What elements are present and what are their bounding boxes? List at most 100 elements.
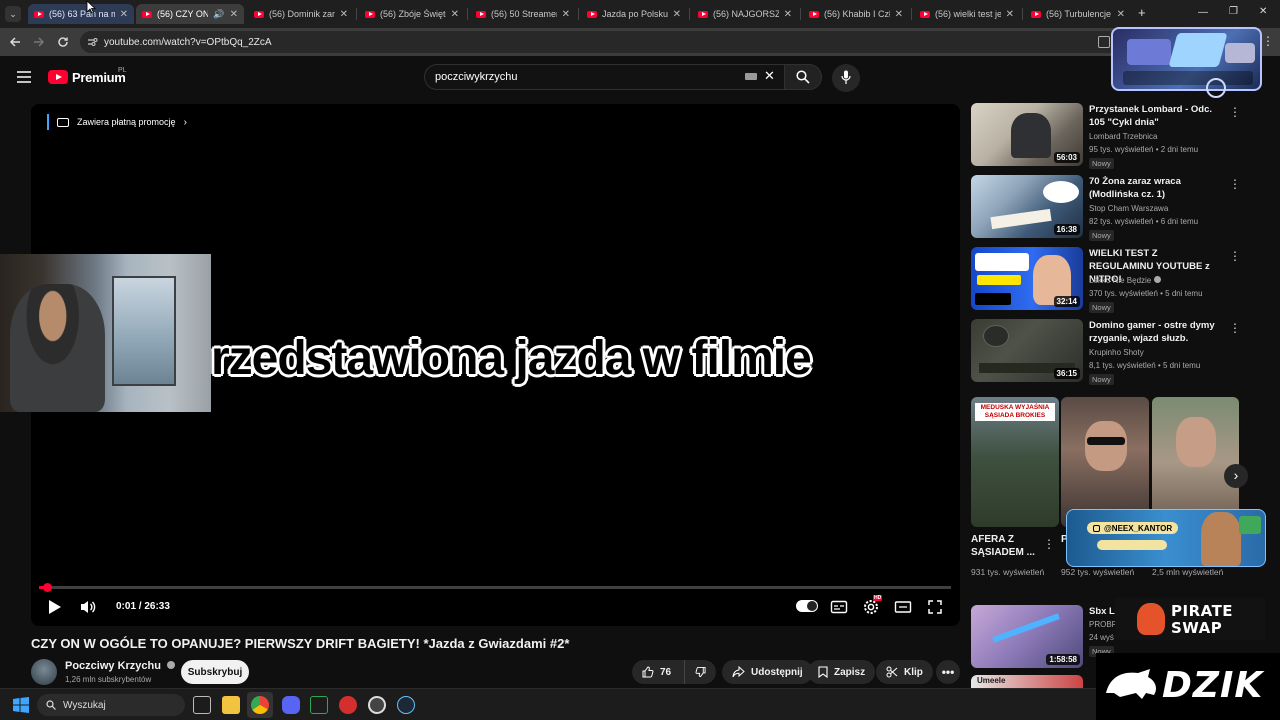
youtube-logo[interactable]: Premium [48, 69, 126, 85]
save-button[interactable]: Zapisz [808, 660, 876, 684]
clip-button[interactable]: Klip [876, 660, 933, 684]
paid-promotion-notice[interactable]: Zawiera płatną promocję › [47, 114, 187, 130]
stream-overlay-banner [1111, 27, 1262, 91]
browser-tab[interactable]: Jazda po Polsku - ✕ [581, 4, 687, 24]
browser-tab[interactable]: (56) NAJGORSZY ✕ [692, 4, 798, 24]
close-tab-icon[interactable]: ✕ [1006, 9, 1014, 20]
fullscreen-icon[interactable] [926, 598, 944, 616]
close-tab-icon[interactable]: ✕ [451, 9, 459, 20]
back-icon[interactable] [9, 36, 21, 48]
short-views: 931 tys. wyświetleń [971, 567, 1045, 577]
hamburger-menu-icon[interactable] [17, 71, 31, 83]
shorts-next-button[interactable]: › [1224, 464, 1248, 488]
more-vertical-icon[interactable]: ⋮ [1229, 105, 1241, 119]
chrome-icon[interactable] [251, 696, 269, 714]
task-view-icon[interactable] [193, 696, 211, 714]
youtube-favicon-icon [142, 10, 152, 18]
close-tab-icon[interactable]: ✕ [562, 9, 570, 20]
close-tab-icon[interactable]: ✕ [230, 9, 238, 20]
browser-tab[interactable]: (56) Dominik zam ✕ [248, 4, 354, 24]
translate-icon[interactable] [1098, 36, 1110, 48]
video-thumbnail[interactable]: 36:15 [971, 319, 1083, 382]
short-thumbnail[interactable] [1061, 397, 1149, 527]
browser-tab[interactable]: (56) 63 Pan na m ✕ [28, 4, 134, 24]
browser-menu-icon[interactable]: ⋮ [1262, 34, 1274, 48]
close-tab-icon[interactable]: ✕ [895, 9, 903, 20]
video-thumbnail[interactable]: 32:14 [971, 247, 1083, 310]
site-info-icon[interactable] [87, 37, 98, 47]
youtube-favicon-icon [809, 10, 819, 18]
play-icon[interactable] [45, 598, 63, 616]
audio-playing-icon[interactable]: 🔊 [213, 9, 224, 20]
video-thumbnail[interactable]: 1:58:58 [971, 605, 1083, 668]
windows-start-icon[interactable] [13, 697, 29, 713]
close-window-button[interactable]: ✕ [1259, 6, 1267, 17]
browser-tab[interactable]: (56) wielki test je ✕ [914, 4, 1020, 24]
short-title[interactable]: AFERA Z SĄSIADEM ... [971, 533, 1051, 559]
subscribe-button[interactable]: Subskrybuj [181, 660, 249, 684]
browser-tab[interactable]: (56) Khabib I Czło ✕ [803, 4, 909, 24]
minimize-button[interactable]: — [1198, 7, 1208, 18]
share-button[interactable]: Udostępnij [722, 660, 813, 684]
progress-bar[interactable] [39, 583, 951, 592]
short-thumbnail[interactable] [1152, 397, 1239, 527]
voice-search-button[interactable] [832, 64, 860, 92]
like-button[interactable]: 76 [632, 660, 684, 684]
taskbar-search[interactable]: Wyszukaj [37, 694, 185, 716]
more-vertical-icon[interactable]: ⋮ [1229, 177, 1241, 191]
close-tab-icon[interactable]: ✕ [673, 9, 681, 20]
more-vertical-icon[interactable]: ⋮ [1043, 537, 1055, 551]
video-thumbnail[interactable]: Umeele [971, 675, 1083, 688]
channel-avatar[interactable] [31, 659, 57, 685]
recommended-video[interactable]: 56:03 Przystanek Lombard - Odc. 105 "Cyk… [971, 103, 1241, 169]
short-thumbnail[interactable]: MEDUSKA WYJAŚNIA SĄSIADA BROKIES [971, 397, 1059, 527]
tab-separator [1022, 8, 1023, 20]
more-actions-button[interactable]: ••• [936, 660, 960, 684]
short-thumb-caption: MEDUSKA WYJAŚNIA SĄSIADA BROKIES [975, 403, 1055, 421]
browser-tab[interactable]: (56) 50 Streamerów ✕ [470, 4, 576, 24]
obs-icon[interactable] [368, 696, 386, 714]
channel-name: Lombard Trzebnica [1089, 132, 1158, 141]
more-vertical-icon[interactable]: ⋮ [1229, 249, 1241, 263]
recommended-video[interactable]: 36:15 Domino gamer - ostre dymy rzyganie… [971, 319, 1241, 385]
forward-icon[interactable] [33, 36, 45, 48]
new-tab-button[interactable]: + [1138, 5, 1146, 20]
subtitles-icon[interactable] [830, 598, 848, 616]
xbox-icon[interactable] [310, 696, 328, 714]
search-button[interactable] [784, 64, 822, 90]
tab-search-button[interactable]: ⌄ [5, 6, 21, 22]
channel-name[interactable]: Poczciwy Krzychu [65, 660, 176, 672]
browser-tab[interactable]: (56) Turbulencje ✕ [1025, 4, 1131, 24]
file-explorer-icon[interactable] [222, 696, 240, 714]
address-bar[interactable]: youtube.com/watch?v=OPtbQq_2ZcA [80, 31, 1120, 53]
restore-button[interactable]: ❐ [1229, 6, 1238, 17]
close-tab-icon[interactable]: ✕ [784, 9, 792, 20]
more-vertical-icon[interactable]: ⋮ [1229, 321, 1241, 335]
clear-search-icon[interactable]: ✕ [764, 68, 775, 84]
app-red-icon[interactable] [339, 696, 357, 714]
browser-tab[interactable]: (56) Zbóje Święto ✕ [359, 4, 465, 24]
video-title: CZY ON W OGÓLE TO OPANUJE? PIERWSZY DRIF… [31, 636, 570, 651]
search-input[interactable]: poczciwykrzychu [424, 64, 786, 90]
theater-mode-icon[interactable] [894, 598, 912, 616]
close-tab-icon[interactable]: ✕ [1117, 9, 1125, 20]
reload-icon[interactable] [57, 36, 69, 48]
autoplay-toggle[interactable] [796, 600, 818, 612]
scrubber-handle[interactable] [42, 583, 52, 592]
recommended-video[interactable]: 32:14 WIELKI TEST Z REGULAMINU YOUTUBE z… [971, 247, 1241, 313]
discord-icon[interactable] [282, 696, 300, 714]
keyboard-icon[interactable] [745, 73, 757, 80]
thumbs-up-icon [642, 666, 654, 678]
sponsor-overlay-card: @NEEX_KANTOR [1066, 509, 1266, 567]
close-tab-icon[interactable]: ✕ [120, 9, 128, 20]
browser-tab-active[interactable]: (56) CZY ON 🔊 ✕ [136, 4, 244, 24]
steam-icon[interactable] [397, 696, 415, 714]
volume-icon[interactable] [79, 598, 97, 616]
new-badge: Nowy [1089, 158, 1114, 169]
video-thumbnail[interactable]: 56:03 [971, 103, 1083, 166]
browser-toolbar: youtube.com/watch?v=OPtbQq_2ZcA ⋮ [0, 28, 1280, 56]
dislike-button[interactable] [684, 660, 716, 684]
video-thumbnail[interactable]: 16:38 [971, 175, 1083, 238]
recommended-video[interactable]: 16:38 70 Żona zaraz wraca (Modlińska cz.… [971, 175, 1241, 241]
close-tab-icon[interactable]: ✕ [340, 9, 348, 20]
